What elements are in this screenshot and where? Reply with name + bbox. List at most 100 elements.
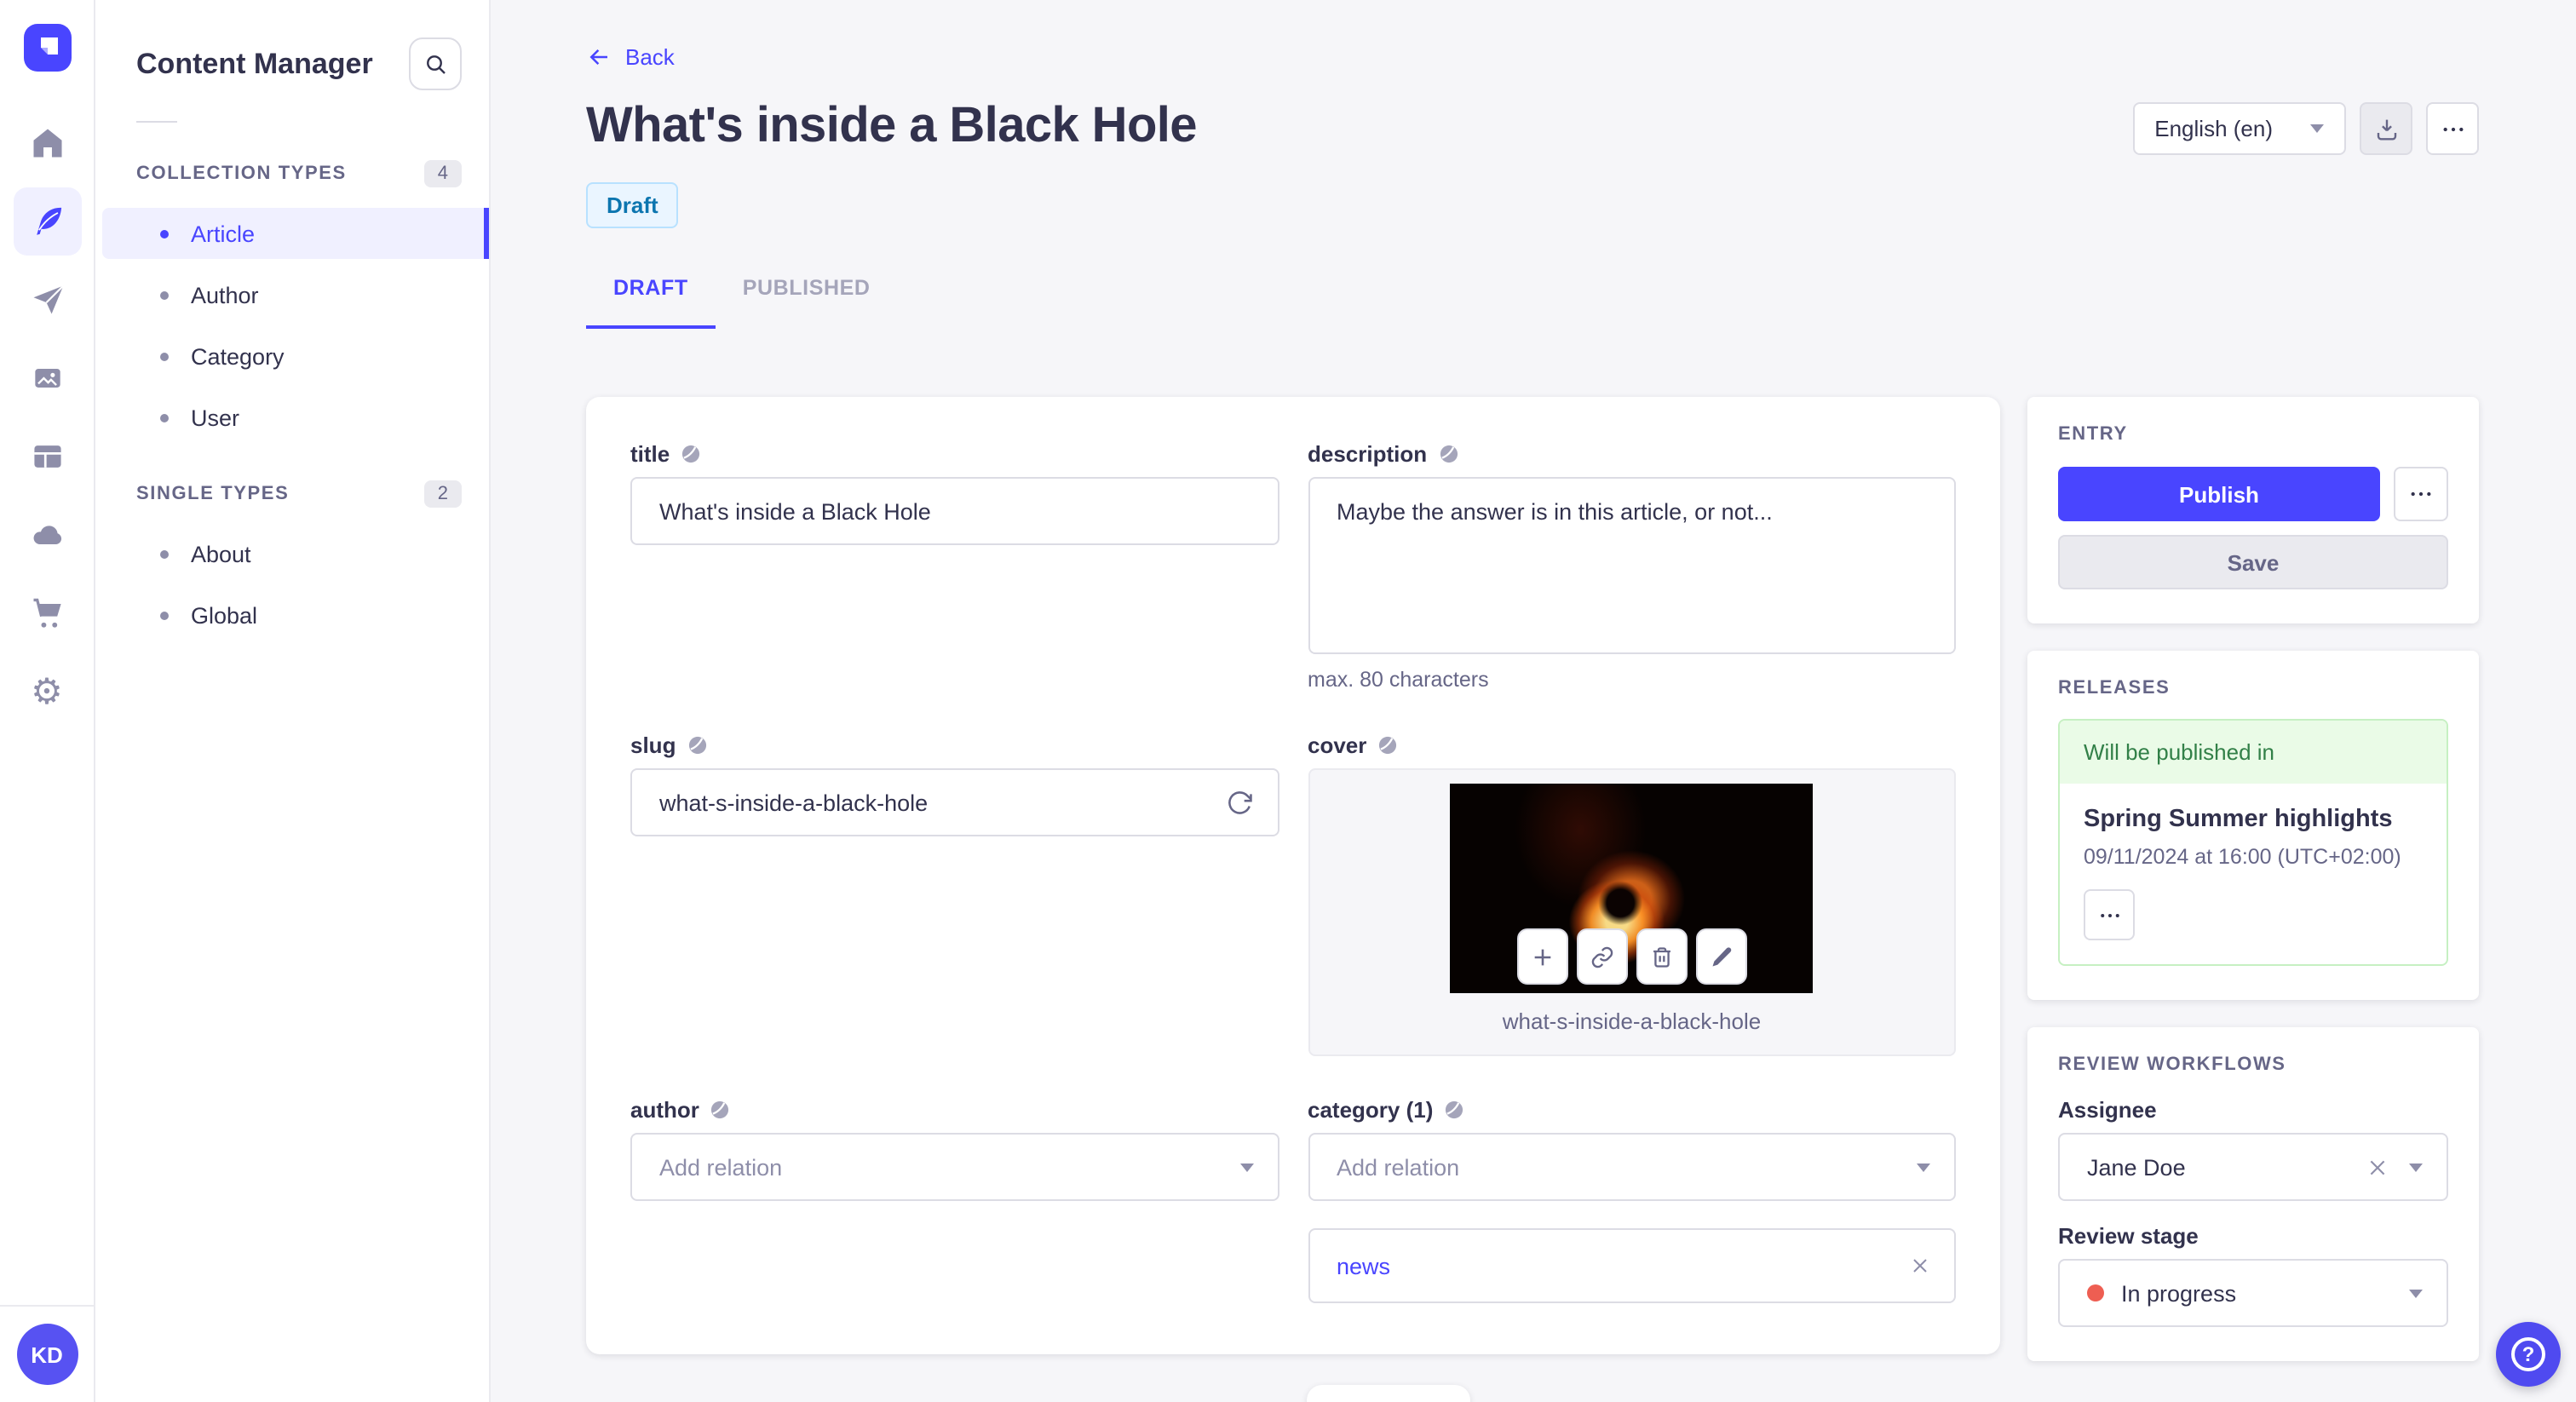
chevron-down-icon xyxy=(1239,1163,1253,1171)
copy-link-button[interactable] xyxy=(1576,928,1628,985)
category-relation-select[interactable]: Add relation xyxy=(1308,1133,1956,1201)
delete-media-button[interactable] xyxy=(1636,928,1688,985)
bullet-icon xyxy=(160,352,169,360)
locale-select[interactable]: English (en) xyxy=(2132,102,2346,155)
edit-media-button[interactable] xyxy=(1695,928,1747,985)
deploy-paper-plane-icon[interactable] xyxy=(13,266,81,334)
field-author: author Add relation xyxy=(630,1097,1279,1303)
sidebar-item-category[interactable]: Category xyxy=(102,330,489,382)
description-hint: max. 80 characters xyxy=(1308,668,1489,692)
release-name: Spring Summer highlights xyxy=(2084,806,2393,833)
collection-types-section: COLLECTION TYPES 4 Article Author Catego… xyxy=(95,160,489,443)
release-date: 09/11/2024 at 16:00 (UTC+02:00) xyxy=(2084,845,2401,869)
help-button[interactable]: ? xyxy=(2496,1322,2561,1387)
category-tag-news: news xyxy=(1308,1228,1956,1303)
more-dots-icon xyxy=(2411,491,2431,497)
locale-value: English (en) xyxy=(2154,116,2273,141)
field-title: title xyxy=(630,441,1279,692)
strapi-logo[interactable] xyxy=(23,24,71,72)
assignee-select[interactable]: Jane Doe xyxy=(2058,1133,2448,1201)
header-controls: English (en) xyxy=(2132,102,2479,155)
release-status: Will be published in xyxy=(2060,721,2447,784)
content-manager-feather-icon[interactable] xyxy=(13,187,81,256)
title-input[interactable] xyxy=(630,477,1279,545)
single-types-section: SINGLE TYPES 2 About Global xyxy=(95,480,489,641)
trash-icon xyxy=(1653,946,1670,967)
title-label: title xyxy=(630,441,670,467)
entry-more-button[interactable] xyxy=(2394,467,2448,521)
description-textarea[interactable]: Maybe the answer is in this article, or … xyxy=(1308,477,1956,654)
save-button[interactable]: Save xyxy=(2058,535,2448,589)
search-icon xyxy=(426,55,445,73)
home-icon[interactable] xyxy=(13,109,81,177)
release-card: Will be published in Spring Summer highl… xyxy=(2058,719,2448,966)
sidebar-item-label: About xyxy=(191,541,251,566)
settings-gear-icon[interactable]: ⚙ xyxy=(13,658,81,726)
user-avatar[interactable]: KD xyxy=(16,1324,78,1385)
avatar-initials: KD xyxy=(31,1342,63,1367)
more-dots-icon xyxy=(2100,913,2119,916)
chevron-down-icon xyxy=(2409,1163,2423,1171)
main-area: Back What's inside a Black Hole English … xyxy=(491,0,2576,1402)
category-label: category (1) xyxy=(1308,1097,1434,1123)
chevron-down-icon xyxy=(1917,1163,1930,1171)
author-relation-select[interactable]: Add relation xyxy=(630,1133,1279,1201)
more-options-button[interactable] xyxy=(2426,102,2479,155)
tab-draft[interactable]: DRAFT xyxy=(586,266,716,329)
sidebar-item-author[interactable]: Author xyxy=(102,269,489,320)
entry-form-card: title description Maybe the answer is in… xyxy=(586,397,2000,1354)
back-link[interactable]: Back xyxy=(586,44,675,70)
tab-published[interactable]: PUBLISHED xyxy=(716,266,898,329)
field-category: category (1) Add relation news xyxy=(1308,1097,1956,1303)
review-panel-title: REVIEW WORKFLOWS xyxy=(2058,1054,2286,1075)
next-section-peek xyxy=(1307,1385,1470,1402)
sidebar-item-user[interactable]: User xyxy=(102,392,489,443)
author-label: author xyxy=(630,1097,699,1123)
description-label: description xyxy=(1308,441,1428,467)
category-tag-link[interactable]: news xyxy=(1337,1253,1910,1278)
review-stage-value: In progress xyxy=(2121,1280,2237,1306)
sidebar-title: Content Manager xyxy=(136,47,373,79)
add-media-button[interactable] xyxy=(1516,928,1568,985)
cover-image-black-hole[interactable] xyxy=(1450,784,1814,993)
download-icon xyxy=(2376,118,2396,140)
entry-panel: ENTRY Publish Save xyxy=(2027,397,2479,623)
single-types-count: 2 xyxy=(423,480,462,508)
review-stage-select[interactable]: In progress xyxy=(2058,1259,2448,1327)
app-root: ⚙ KD Content Manager COLLECTION TYPES 4 xyxy=(0,0,2576,1402)
globe-icon xyxy=(1446,1100,1463,1119)
cover-image-toolbar xyxy=(1516,928,1747,985)
regenerate-slug-button[interactable] xyxy=(1221,784,1258,821)
slug-input[interactable] xyxy=(630,768,1279,836)
sidebar-item-about[interactable]: About xyxy=(102,528,489,579)
globe-icon xyxy=(711,1100,729,1119)
sidebar-item-article[interactable]: Article xyxy=(102,208,489,259)
content-type-builder-icon[interactable] xyxy=(13,422,81,491)
sidebar-item-global[interactable]: Global xyxy=(102,589,489,641)
cover-label: cover xyxy=(1308,733,1367,758)
sidebar-item-label: Article xyxy=(191,221,256,246)
entry-panel-title: ENTRY xyxy=(2058,424,2128,445)
cover-widget: what-s-inside-a-black-hole xyxy=(1308,768,1956,1056)
field-slug: slug xyxy=(630,733,1279,1056)
sidebar-divider xyxy=(136,121,177,123)
publish-button[interactable]: Publish xyxy=(2058,467,2380,521)
globe-icon xyxy=(682,445,700,463)
chevron-down-icon xyxy=(2409,1289,2423,1297)
cloud-icon[interactable] xyxy=(13,501,81,569)
media-library-icon[interactable] xyxy=(13,344,81,412)
releases-panel-title: RELEASES xyxy=(2058,678,2171,698)
globe-icon xyxy=(1379,736,1397,755)
bullet-icon xyxy=(160,549,169,558)
bullet-icon xyxy=(160,611,169,619)
slug-label: slug xyxy=(630,733,676,758)
export-button[interactable] xyxy=(2360,102,2412,155)
clear-assignee-button[interactable] xyxy=(2366,1156,2389,1178)
marketplace-cart-icon[interactable] xyxy=(13,579,81,647)
pencil-icon xyxy=(1712,946,1731,966)
remove-tag-button[interactable] xyxy=(1910,1255,1930,1276)
search-button[interactable] xyxy=(409,37,462,90)
back-arrow-icon xyxy=(589,49,607,66)
strapi-logo-glyph xyxy=(40,37,57,55)
release-more-button[interactable] xyxy=(2084,889,2135,940)
